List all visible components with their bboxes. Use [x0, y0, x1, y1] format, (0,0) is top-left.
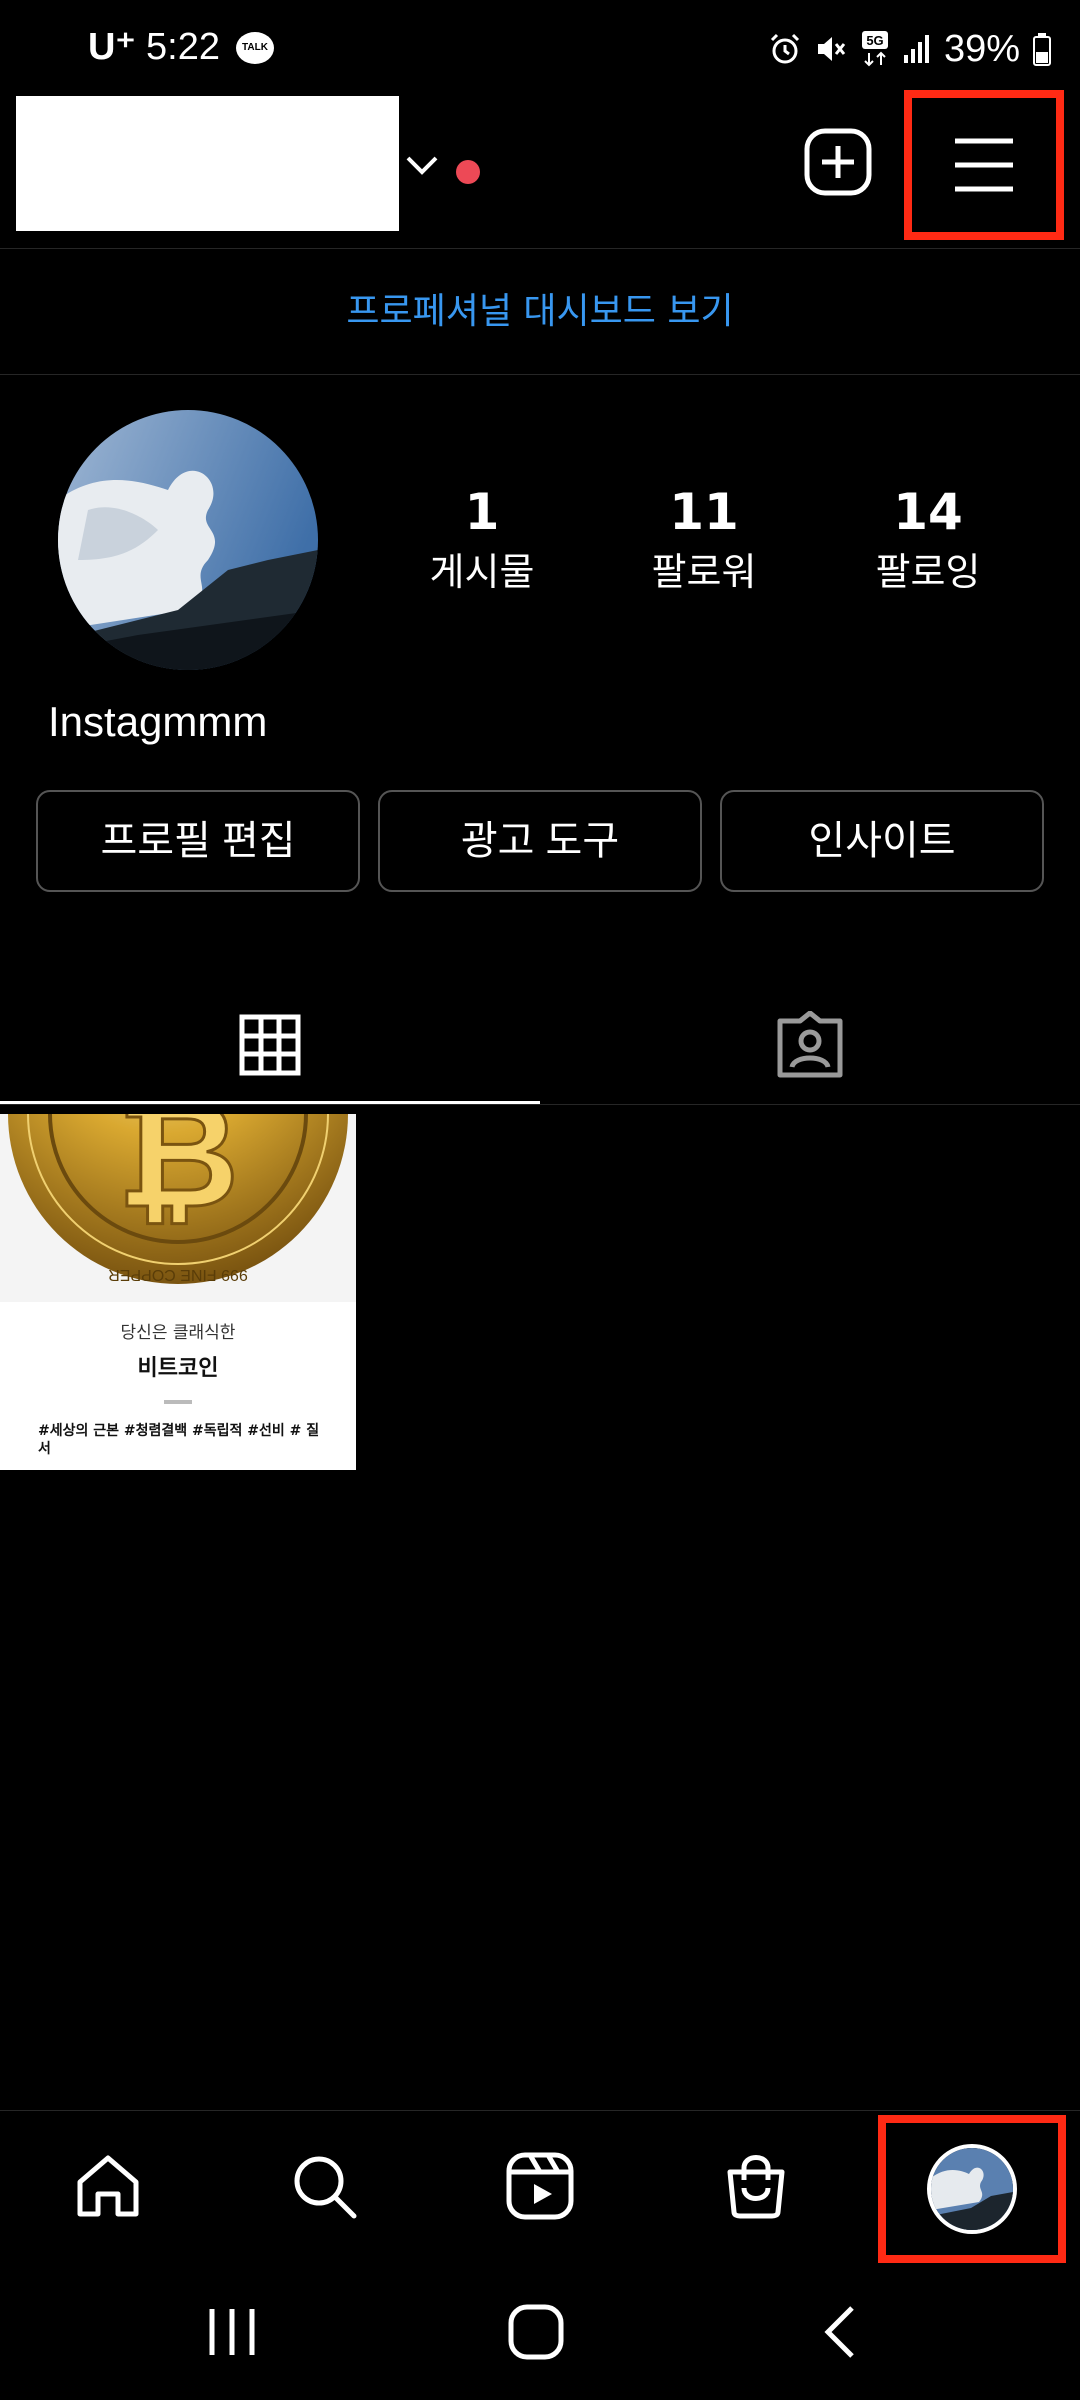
posts-stat[interactable]: 1 게시물: [382, 480, 582, 600]
post-hashtags: #세상의 근본 #청렴결백 #독립적 #선비 # 질서: [38, 1423, 320, 1457]
followers-stat[interactable]: 11 팔로워: [604, 480, 804, 600]
posts-count: 1: [464, 483, 500, 541]
ad-tools-button[interactable]: 광고 도구: [378, 790, 702, 892]
nav-profile[interactable]: [878, 2115, 1066, 2263]
notification-dot: [456, 160, 480, 184]
battery-icon: [1033, 33, 1051, 66]
clock: 5:22: [146, 26, 220, 68]
talk-notification-icon: TALK: [236, 32, 274, 64]
nav-reels[interactable]: [432, 2111, 648, 2261]
divider: [0, 374, 1080, 375]
following-label: 팔로잉: [875, 550, 981, 594]
chevron-down-icon[interactable]: [402, 150, 442, 180]
professional-dashboard-link[interactable]: 프로페셔널 대시보드 보기: [0, 250, 1080, 374]
svg-text:5G: 5G: [866, 33, 883, 48]
username-switcher[interactable]: [16, 96, 399, 231]
profile-avatar[interactable]: [58, 410, 318, 670]
tab-posts-grid[interactable]: [0, 985, 540, 1105]
5g-icon: 5G: [861, 31, 888, 67]
divider: [0, 248, 1080, 249]
followers-label: 팔로워: [651, 550, 757, 594]
search-icon: [294, 2156, 357, 2219]
posts-label: 게시물: [429, 550, 535, 594]
home-button[interactable]: [496, 2292, 576, 2372]
carrier-label: U⁺: [88, 26, 136, 68]
nav-home[interactable]: [0, 2111, 216, 2261]
profile-avatar: [927, 2144, 1017, 2234]
signal-icon: [903, 35, 929, 63]
post-title: 비트코인: [137, 1356, 219, 1381]
shop-icon: [727, 2155, 785, 2219]
menu-button[interactable]: [904, 90, 1064, 240]
following-stat[interactable]: 14 팔로잉: [828, 480, 1028, 600]
add-post-icon[interactable]: [804, 128, 872, 196]
followers-count: 11: [669, 483, 739, 541]
recents-icon: [209, 2309, 255, 2355]
status-icons: 5G 39%: [768, 24, 1052, 74]
insights-button[interactable]: 인사이트: [720, 790, 1044, 892]
tab-tagged[interactable]: [540, 985, 1080, 1105]
back-icon: [824, 2306, 854, 2358]
status-bar: U⁺ 5:22 TALK 5G 39%: [0, 0, 1080, 90]
reels-icon: [506, 2152, 574, 2220]
following-count: 14: [893, 483, 963, 541]
home-button-icon: [508, 2304, 564, 2360]
nav-search[interactable]: [216, 2111, 432, 2261]
home-icon: [77, 2155, 139, 2217]
post-subtitle: 당신은 클래식한: [120, 1323, 236, 1343]
alarm-icon: [770, 33, 799, 64]
recents-button[interactable]: [192, 2292, 272, 2372]
profile-header: [0, 90, 1080, 248]
post-divider: [164, 1400, 192, 1404]
system-navigation-bar: [0, 2262, 1080, 2400]
battery-percent: 39%: [943, 27, 1020, 70]
profile-name: Instagmmm: [48, 698, 268, 745]
bottom-navigation: [0, 2110, 1080, 2263]
back-button[interactable]: [800, 2292, 880, 2372]
edit-profile-button[interactable]: 프로필 편집: [36, 790, 360, 892]
menu-icon: [955, 138, 1013, 192]
grid-icon: [239, 1014, 301, 1076]
divider: [0, 1104, 1080, 1105]
post-thumbnail[interactable]: ₿ 999 FINE COPPER 당신은 클래식한 비트코인 #세상의 근본 …: [0, 1114, 356, 1470]
bitcoin-coin-image: ₿ 999 FINE COPPER: [0, 1114, 356, 1302]
coin-inscription: 999 FINE COPPER: [108, 1266, 248, 1283]
mute-icon: [817, 37, 846, 61]
tagged-person-icon: [777, 1011, 843, 1078]
nav-shop[interactable]: [648, 2111, 864, 2261]
svg-text:₿: ₿: [117, 1114, 239, 1242]
